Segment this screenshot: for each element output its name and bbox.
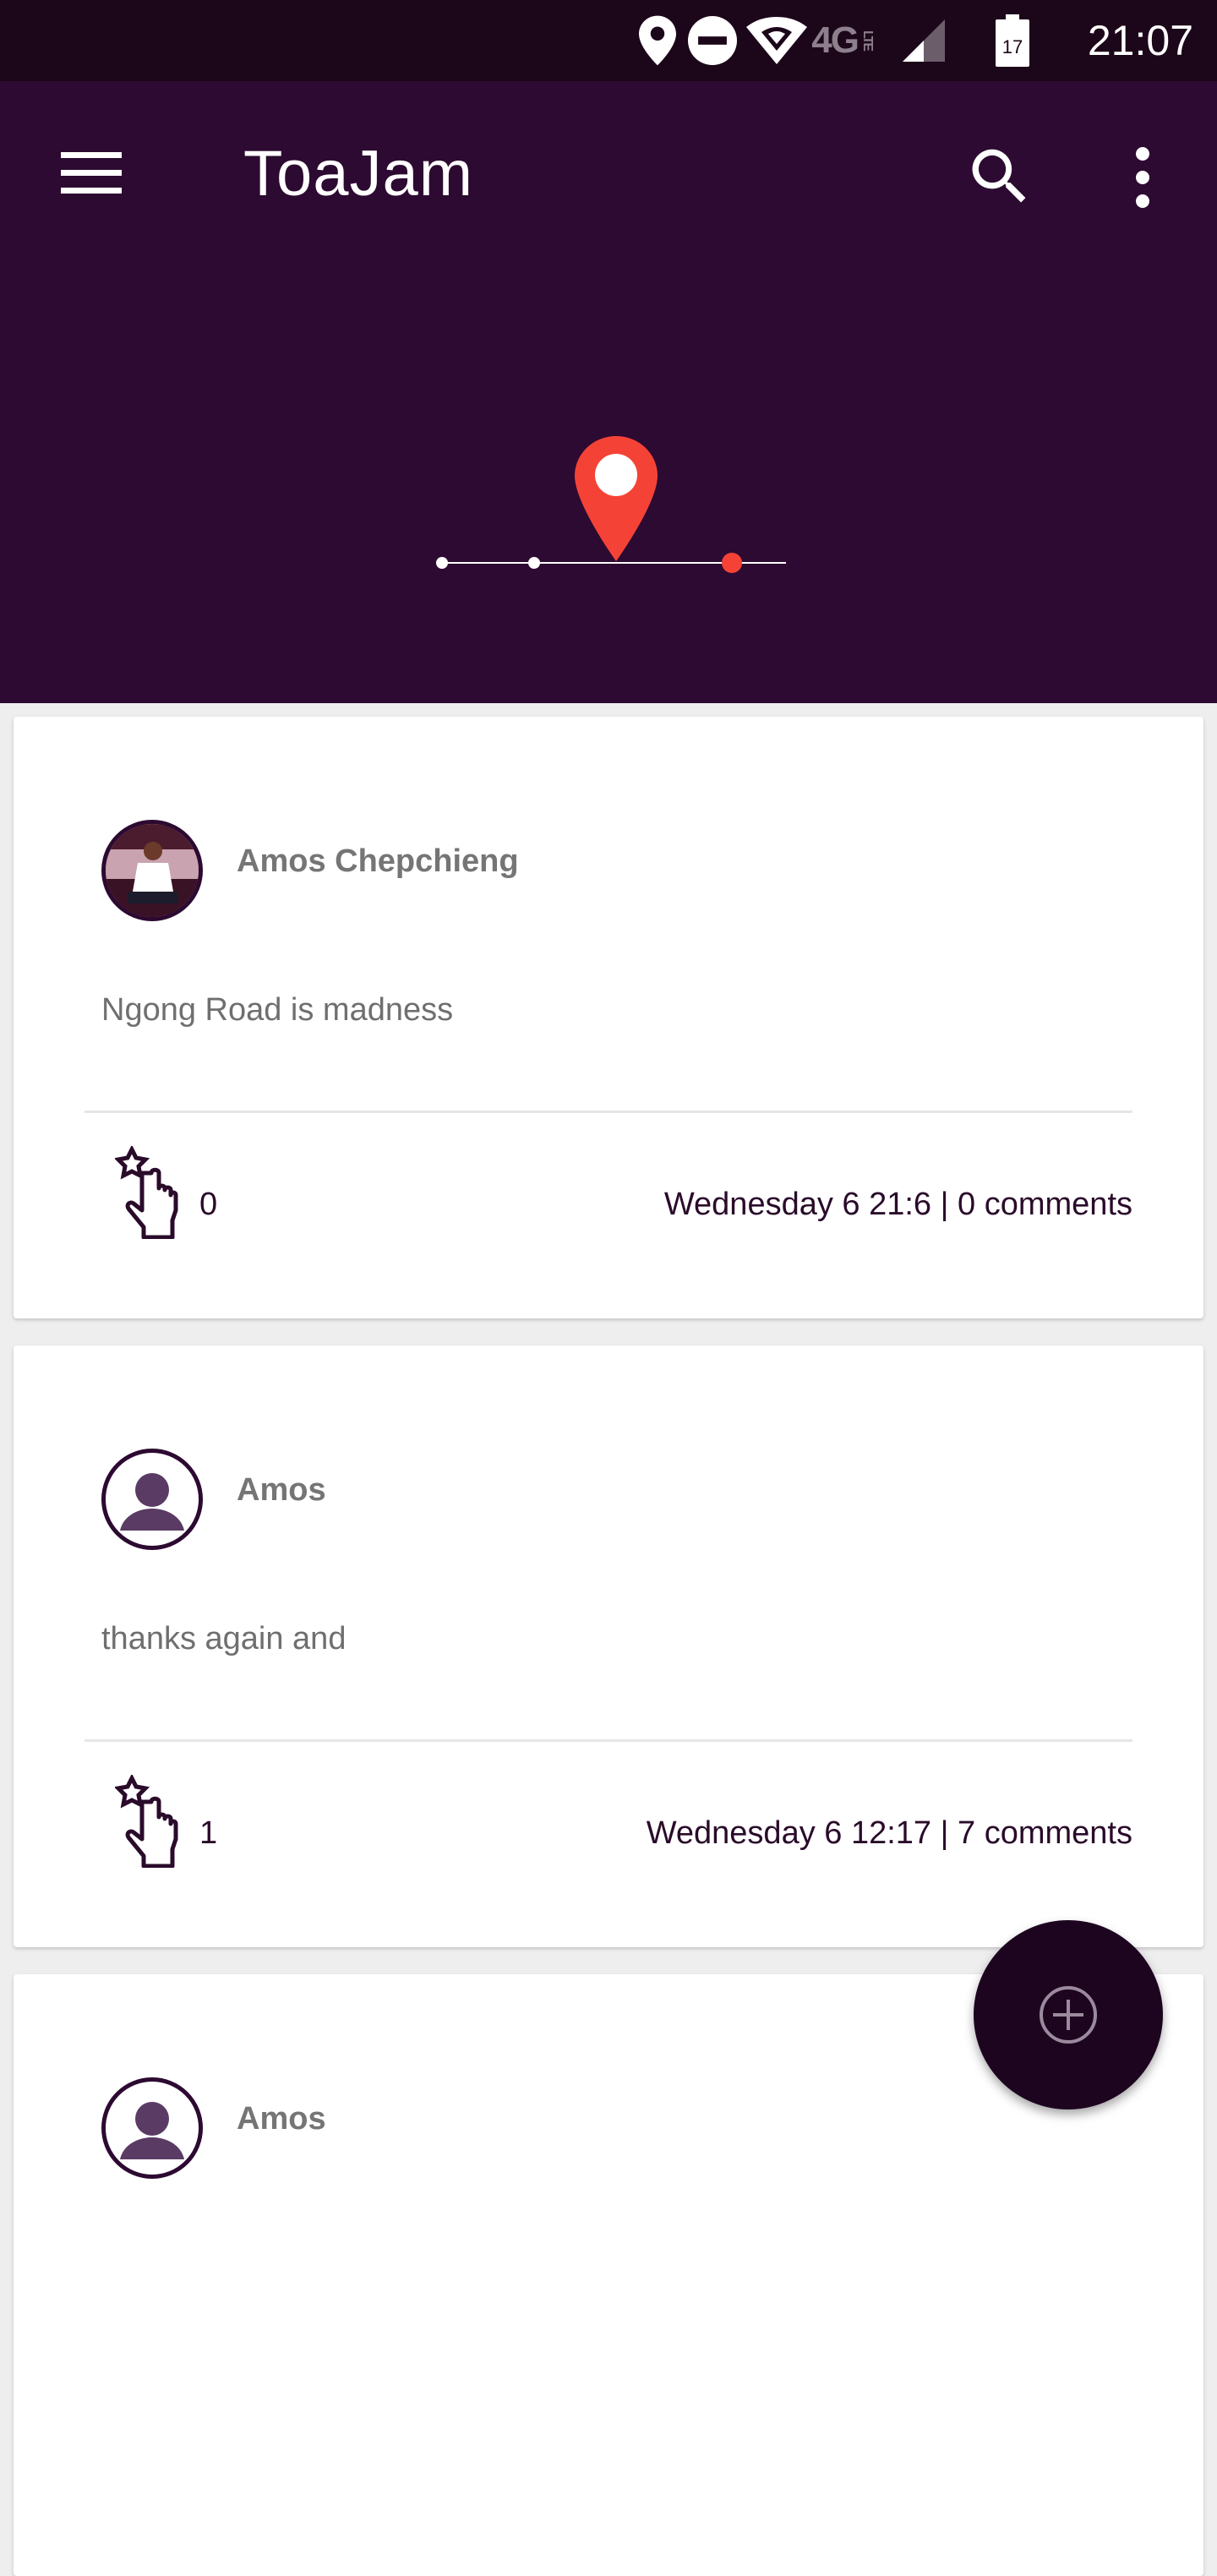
app-title: ToaJam [243,138,474,210]
app-bar: ToaJam [0,81,1217,272]
avatar[interactable] [101,2077,203,2179]
like-icon[interactable] [113,1144,191,1240]
author-name[interactable]: Amos Chepchieng [237,843,519,880]
add-post-button[interactable] [974,1920,1163,2109]
divider [85,1111,1132,1113]
author-name[interactable]: Amos [237,2101,326,2137]
add-circle-outline-icon [1040,1986,1097,2044]
more-vert-icon[interactable] [1116,142,1166,213]
post-text: thanks again and [101,1621,347,1656]
clock: 21:07 [1087,17,1193,64]
battery-level-text: 17 [1002,36,1023,57]
default-person-icon [120,1473,184,1531]
status-bar: 4G LTE 17 21:07 [0,0,1217,81]
post-card[interactable]: Amos Chepchieng Ngong Road is madness 0 … [14,717,1203,1318]
default-person-icon [120,2102,184,2159]
signal-icon [903,0,945,81]
like-icon[interactable] [113,1773,191,1869]
do-not-disturb-icon [688,0,737,81]
post-text: Ngong Road is madness [101,992,454,1028]
lte-icon: 4G LTE [811,19,875,61]
avatar[interactable] [101,820,203,921]
author-name[interactable]: Amos [237,1472,326,1509]
avatar[interactable] [101,1449,203,1550]
menu-icon[interactable] [59,147,127,199]
post-meta[interactable]: Wednesday 6 21:6 | 0 comments [664,1187,1132,1223]
hero-banner [0,272,1217,703]
post-card[interactable]: Amos thanks again and 1 Wednesday 6 12:1… [14,1345,1203,1947]
search-icon[interactable] [963,140,1036,213]
like-count: 1 [199,1815,218,1851]
wifi-icon [746,0,807,81]
map-pin-icon [423,424,794,580]
battery-icon: 17 [996,0,1029,81]
post-meta[interactable]: Wednesday 6 12:17 | 7 comments [647,1815,1132,1852]
divider [85,1739,1132,1742]
location-icon [639,0,676,81]
like-count: 0 [199,1187,218,1222]
